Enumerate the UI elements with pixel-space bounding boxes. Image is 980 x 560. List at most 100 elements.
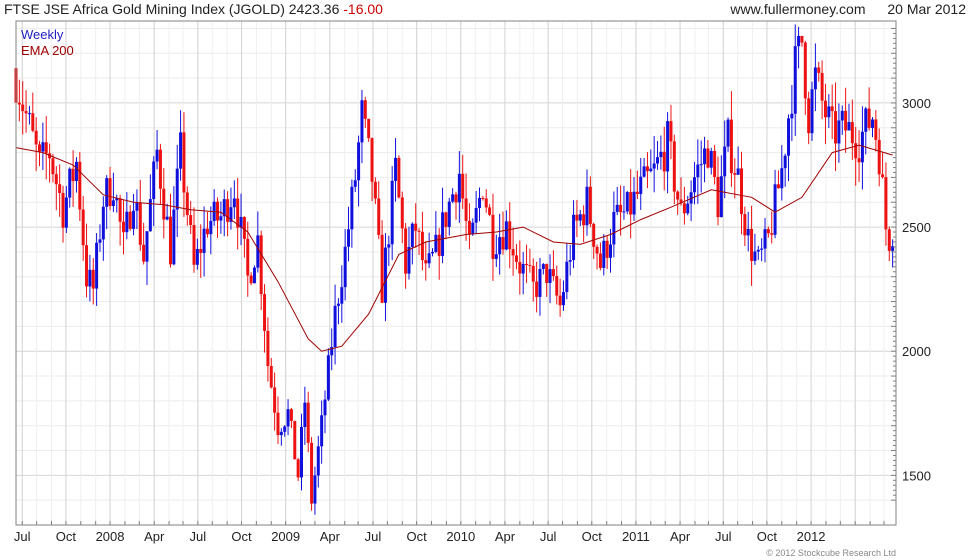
candle [417, 228, 421, 255]
candle-body [780, 168, 784, 189]
candle-body [699, 164, 703, 166]
candle [427, 232, 431, 268]
candle-body [692, 177, 696, 193]
candle [746, 211, 750, 252]
candle-body [834, 111, 838, 144]
candle [222, 189, 226, 237]
candle [54, 165, 58, 211]
candle-body [588, 186, 592, 224]
candle-body [840, 110, 844, 121]
candle [454, 191, 458, 220]
candle [326, 348, 330, 402]
candle [420, 211, 424, 271]
candle-body [860, 131, 864, 163]
candle [645, 152, 649, 189]
candle-body [58, 184, 62, 194]
candle [64, 186, 68, 233]
candle-body [541, 264, 545, 269]
x-tick-label: 2008 [96, 529, 125, 544]
candle [605, 235, 609, 269]
candle [132, 193, 136, 236]
candle-body [666, 121, 670, 172]
candle-body [481, 197, 485, 199]
candle [780, 145, 784, 201]
candle [854, 126, 858, 186]
x-tick-label: Jul [365, 529, 382, 544]
candle [840, 105, 844, 135]
axes: 1500 2000 2500 3000 Jul Oct 2008 Apr Jul Oct 2009 A… [14, 20, 931, 544]
candle [444, 211, 448, 240]
candle [887, 226, 891, 262]
candle [27, 105, 31, 125]
candle [377, 181, 381, 240]
candle [390, 166, 394, 261]
candle [783, 153, 787, 187]
candle [85, 223, 89, 298]
candle [538, 257, 542, 316]
candle-body [864, 108, 868, 132]
candle-body [585, 186, 589, 226]
candle-body [531, 265, 535, 282]
candle [115, 194, 119, 213]
candle-body [430, 251, 434, 254]
candle [350, 179, 354, 248]
candle [870, 117, 874, 138]
candle-body [494, 254, 498, 259]
candle-body [17, 102, 21, 105]
candle-body [172, 209, 176, 265]
candle [857, 130, 861, 182]
candle [572, 200, 576, 269]
candle-body [383, 247, 387, 303]
candle [464, 173, 468, 241]
x-tick-label: 2009 [271, 529, 300, 544]
candle-body [847, 122, 851, 131]
candle-body [41, 142, 45, 152]
candle-body [844, 110, 848, 131]
candle-body [400, 197, 404, 229]
candle-body [629, 192, 633, 215]
candle-body [726, 119, 730, 147]
candle-body [350, 186, 354, 230]
x-tick-label: Jul [715, 529, 732, 544]
candle [521, 251, 525, 295]
candle-body [521, 263, 525, 274]
candle [383, 233, 387, 322]
candle-body [306, 402, 310, 443]
candle-body [105, 178, 109, 207]
candle-body [101, 206, 105, 240]
candle-body [232, 198, 236, 208]
candle-body [632, 191, 636, 215]
candle [817, 61, 821, 82]
candle [696, 139, 700, 204]
candle-body [128, 211, 132, 229]
candle-body [138, 202, 142, 245]
candle-body [538, 268, 542, 297]
candle-body [326, 355, 330, 400]
candle [488, 204, 492, 217]
candle-body [511, 249, 515, 256]
candle [609, 228, 613, 273]
candle [810, 81, 814, 141]
candle-body [817, 67, 821, 73]
candle-body [81, 209, 85, 246]
candle [404, 222, 408, 289]
candle-body [467, 220, 471, 235]
candle-body [501, 237, 505, 250]
candle [713, 144, 717, 185]
candle [17, 79, 21, 122]
candle-body [595, 246, 599, 254]
candle-body [417, 230, 421, 232]
candle [656, 141, 660, 170]
candle [478, 187, 482, 222]
candle [279, 428, 283, 446]
copyright-text: © 2012 Stockcube Research Ltd [766, 548, 896, 558]
candle-body [525, 263, 529, 266]
candle-body [703, 148, 707, 165]
candle-body [870, 119, 874, 128]
legend-ema: EMA 200 [21, 43, 74, 58]
candle [249, 272, 253, 286]
candle-body [414, 223, 418, 231]
candle-body [145, 231, 149, 262]
candle [481, 196, 485, 201]
candle [834, 82, 838, 171]
